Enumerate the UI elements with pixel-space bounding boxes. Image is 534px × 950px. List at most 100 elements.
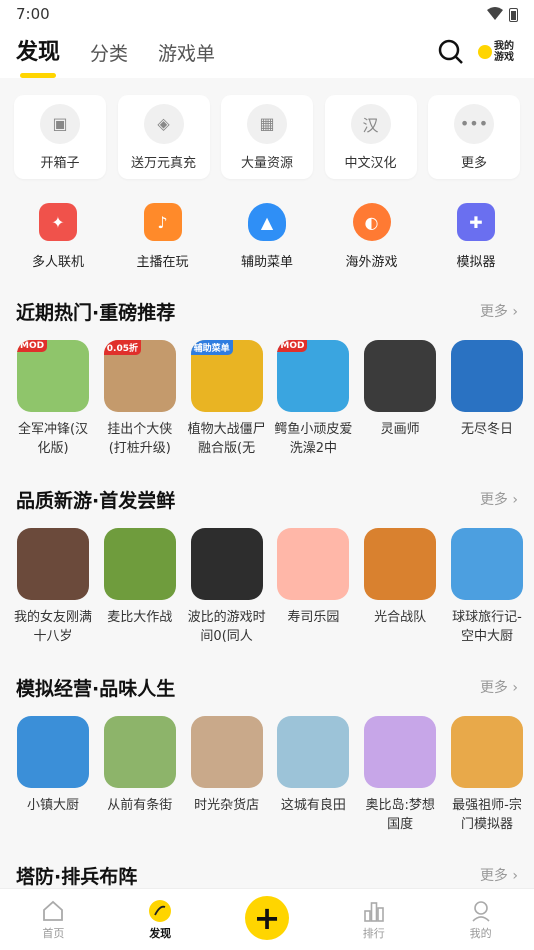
wifi-icon [487,7,503,20]
nav-label: 发现 [149,926,172,940]
section-tower-defense: 塔防·排兵布阵 更多 › [0,860,534,890]
quick-entries: ▣ 开箱子 ◈ 送万元真充 ▦ 大量资源 汉 中文汉化 ••• 更多 [0,78,534,179]
game-card[interactable]: 奥比岛:梦想国度 [361,716,439,834]
box-icon: ▣ [40,103,80,144]
nav-discover[interactable]: 发现 [125,899,195,941]
section-new: 品质新游·首发尝鲜 更多 › 我的女友刚满十八岁 麦比大作战 波比的游戏时间0(… [0,484,534,646]
game-name: 光合战队 [374,610,427,625]
cat-assist-menu[interactable]: ▲ 辅助菜单 [229,203,305,270]
game-icon [450,528,523,600]
quick-label: 送万元真充 [130,155,196,171]
game-icon [103,528,176,600]
status-time: 7:00 [16,5,50,23]
game-name: 奥比岛:梦想国度 [365,798,435,832]
quick-label: 大量资源 [240,155,293,171]
nav-ranking[interactable]: 排行 [339,899,409,941]
game-card[interactable]: 辅助菜单 植物大战僵尸融合版(无 [188,340,266,458]
chinese-icon: 汉 [350,103,391,144]
game-icon [190,528,263,600]
game-icon [450,340,523,412]
quick-label: 更多 [460,155,487,171]
section-title: 塔防·排兵布阵 [16,865,138,888]
game-name: 无尽冬日 [460,422,513,437]
gift-icon: ◈ [143,103,184,144]
game-icon [364,340,437,412]
game-card[interactable]: 无尽冬日 [448,340,526,458]
category-row: ✦ 多人联机 ♪ 主播在玩 ▲ 辅助菜单 ◐ 海外游戏 ✚ 模拟器 [0,179,534,270]
game-name: 这城有良田 [280,798,346,813]
game-card[interactable]: 我的女友刚满十八岁 [14,528,92,646]
game-card[interactable]: 这城有良田 [274,716,352,834]
grid-icon: ▦ [247,103,287,144]
game-card[interactable]: 麦比大作战 [101,528,179,646]
game-card[interactable]: 球球旅行记-空中大厨 [448,528,526,646]
game-icon: 辅助菜单 [190,340,263,412]
tab-game-list[interactable]: 游戏单 [158,39,215,72]
game-name: 球球旅行记-空中大厨 [452,610,522,644]
cat-label: 主播在玩 [136,255,189,270]
game-icon: 0.05折 [103,340,176,412]
game-tag: MOD [277,340,308,352]
game-icon [190,716,263,788]
section-sim: 模拟经营·品味人生 更多 › 小镇大厨 从前有条街 时光杂货店 这城有良田 奥比… [0,672,534,834]
more-link[interactable]: 更多 › [480,301,518,321]
game-card[interactable]: MOD 鳄鱼小顽皮爱洗澡2中 [274,340,352,458]
game-name: 麦比大作战 [107,610,173,625]
cat-overseas[interactable]: ◐ 海外游戏 [334,203,410,270]
nav-label: 首页 [42,926,65,940]
quick-gift[interactable]: ◈ 送万元真充 [117,95,210,179]
quick-more[interactable]: ••• 更多 [428,95,520,179]
nav-profile[interactable]: 我的 [446,899,516,941]
game-card[interactable]: 最强祖师-宗门模拟器 [448,716,526,834]
cat-label: 模拟器 [456,255,496,270]
game-icon [17,528,89,600]
game-card[interactable]: 波比的游戏时间0(同人 [188,528,266,646]
game-name: 灵画师 [380,422,420,437]
game-icon: MOD [17,340,89,412]
profile-icon [472,900,490,922]
game-card[interactable]: 光合战队 [361,528,439,646]
game-icon [364,716,437,788]
game-name: 波比的游戏时间0(同人 [187,610,266,644]
status-bar: 7:00 [0,0,534,28]
my-games-button[interactable]: 我的 游戏 [478,38,518,66]
nav-label: 我的 [469,926,492,940]
gamepad-icon: ✚ [457,203,495,241]
game-name: 小镇大厨 [26,798,79,813]
game-icon [364,528,437,600]
game-tag: MOD [17,340,48,352]
game-card[interactable]: 0.05折 挂出个大侠(打桩升级) [101,340,179,458]
game-card[interactable]: 寿司乐园 [274,528,352,646]
search-icon[interactable] [438,39,464,65]
battery-icon [509,7,518,22]
game-card[interactable]: 灵画师 [361,340,439,458]
game-icon: MOD [277,340,350,412]
tab-discover[interactable]: 发现 [16,34,60,78]
more-link[interactable]: 更多 › [480,489,518,509]
quick-resources[interactable]: ▦ 大量资源 [221,95,313,179]
tab-category[interactable]: 分类 [90,39,128,72]
game-icon [17,716,89,788]
cat-label: 辅助菜单 [240,255,293,270]
more-link[interactable]: 更多 › [480,677,518,697]
cat-multiplayer[interactable]: ✦ 多人联机 [20,203,96,270]
cat-streamer[interactable]: ♪ 主播在玩 [125,203,201,270]
game-card[interactable]: 小镇大厨 [14,716,92,834]
quick-label: 中文汉化 [344,155,397,171]
bottom-nav: 首页 发现 + 排行 我的 [0,888,534,950]
my-games-label-2: 游戏 [494,52,514,63]
quick-chinese[interactable]: 汉 中文汉化 [324,95,417,179]
planet-icon: ◐ [352,203,391,241]
game-card[interactable]: MOD 全军冲锋(汉化版) [14,340,92,458]
game-card[interactable]: 从前有条街 [101,716,179,834]
more-icon: ••• [454,103,494,144]
cat-emulator[interactable]: ✚ 模拟器 [438,203,514,270]
nav-home[interactable]: 首页 [18,899,88,941]
section-hot: 近期热门·重磅推荐 更多 › MOD 全军冲锋(汉化版) 0.05折 挂出个大侠(打… [0,296,534,458]
quick-open-box[interactable]: ▣ 开箱子 [14,95,106,179]
multiplayer-icon: ✦ [39,203,77,241]
game-card[interactable]: 时光杂货店 [188,716,266,834]
nav-plus[interactable]: + [232,895,302,940]
more-link[interactable]: 更多 › [480,865,518,885]
game-name: 从前有条街 [107,798,173,813]
